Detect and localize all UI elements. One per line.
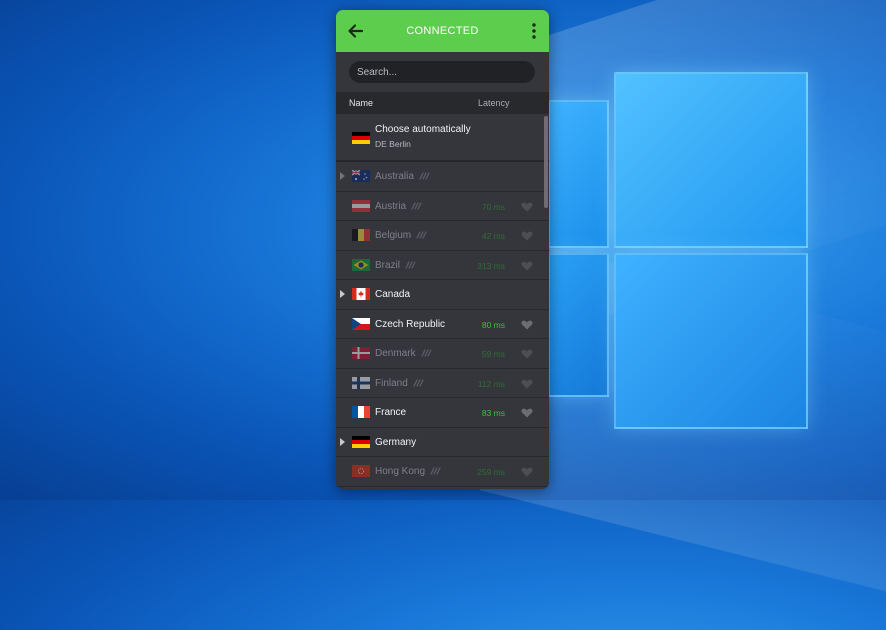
streaming-signal-icon (413, 378, 424, 387)
streaming-signal-icon (419, 172, 430, 180)
streaming-signal-icon (405, 260, 416, 269)
favorite-heart-icon[interactable] (521, 467, 533, 477)
latency-value: 42 ms (481, 231, 505, 241)
country-name: Hong Kong (375, 466, 426, 477)
latency-value: 59 ms (481, 349, 505, 359)
streaming-signal-icon (430, 467, 441, 475)
status-header: CONNECTED (336, 10, 549, 52)
search-bar (336, 52, 549, 92)
favorite-heart-icon[interactable] (521, 261, 533, 271)
country-name: Australia (375, 171, 414, 182)
expand-arrow-icon[interactable] (340, 290, 345, 298)
country-name: Belgium (375, 230, 412, 241)
list-column-header: Name Latency (336, 92, 549, 114)
choose-automatically-row[interactable]: Choose automatically DE Berlin (336, 114, 549, 162)
arrow-left-icon[interactable] (346, 22, 364, 40)
country-row-czech[interactable]: Czech Republic 80 ms (336, 309, 549, 339)
vpn-app-window: CONNECTED Name Latency Choose automatica… (336, 10, 549, 489)
favorite-heart-icon[interactable] (521, 379, 533, 389)
country-row-france[interactable]: France 83 ms (336, 398, 549, 428)
windows-logo-pane (548, 253, 609, 397)
country-row-finland[interactable]: Finland 112 ms (336, 368, 549, 398)
server-list: Choose automatically DE Berlin Australia… (336, 114, 549, 487)
country-name: Germany (375, 436, 417, 448)
favorite-heart-icon[interactable] (521, 320, 533, 330)
windows-logo-pane (548, 100, 609, 248)
country-row-germany[interactable]: Germany (336, 427, 549, 457)
country-name: Finland (375, 377, 408, 389)
country-row-brazil[interactable]: Brazil 313 ms (336, 250, 549, 280)
favorite-heart-icon[interactable] (521, 408, 533, 418)
auto-title: Choose automatically (375, 124, 471, 135)
streaming-signal-icon (420, 349, 432, 357)
auto-location: DE Berlin (375, 139, 411, 149)
latency-value: 313 ms (477, 260, 505, 271)
connection-status-title: CONNECTED (406, 25, 479, 37)
latency-column-header[interactable]: Latency (478, 98, 510, 108)
windows-logo-pane (614, 253, 808, 429)
expand-arrow-icon[interactable] (340, 172, 345, 180)
country-name: Austria (375, 200, 407, 212)
more-vertical-icon[interactable] (529, 22, 539, 40)
streaming-signal-icon (416, 231, 427, 239)
latency-value: 80 ms (481, 319, 505, 330)
windows-logo-pane (614, 72, 808, 248)
country-name: France (375, 407, 407, 418)
streaming-signal-icon (411, 201, 422, 210)
country-row-austria[interactable]: Austria 70 ms (336, 191, 549, 221)
favorite-heart-icon[interactable] (521, 231, 533, 241)
country-name: Brazil (375, 259, 401, 271)
name-column-header[interactable]: Name (349, 98, 373, 108)
country-name: Denmark (375, 348, 416, 359)
latency-value: 83 ms (481, 408, 505, 418)
country-name: Canada (375, 289, 411, 300)
expand-arrow-icon[interactable] (340, 437, 345, 446)
favorite-heart-icon[interactable] (521, 202, 533, 212)
latency-value: 112 ms (477, 378, 505, 389)
country-row-belgium[interactable]: Belgium 42 ms (336, 221, 549, 251)
country-row-canada[interactable]: Canada (336, 280, 549, 310)
latency-value: 70 ms (481, 201, 505, 212)
country-row-hong-kong[interactable]: Hong Kong 259 ms (336, 457, 549, 487)
country-row-denmark[interactable]: Denmark 59 ms (336, 339, 549, 369)
country-row-australia[interactable]: Australia (336, 162, 549, 192)
favorite-heart-icon[interactable] (521, 349, 533, 359)
latency-value: 259 ms (477, 467, 505, 477)
list-scrollbar[interactable] (544, 116, 548, 208)
country-name: Czech Republic (375, 318, 446, 330)
search-input[interactable] (349, 61, 535, 83)
